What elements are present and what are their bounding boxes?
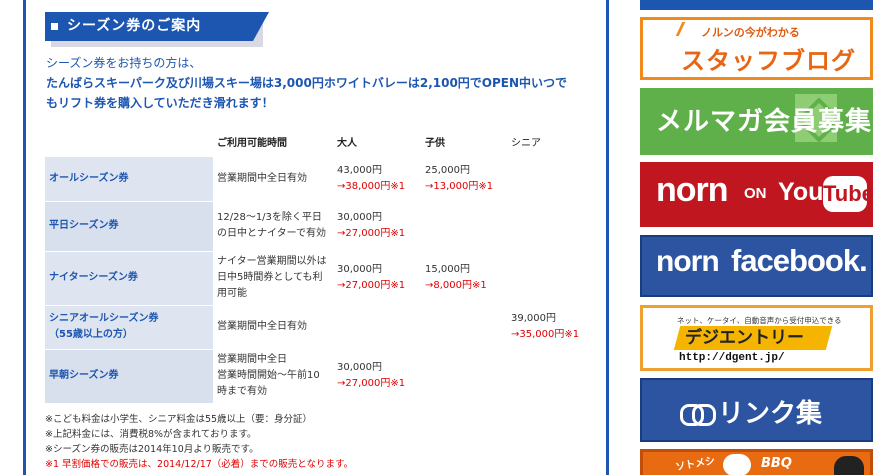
adult-early-price: →27,000円※1	[337, 378, 406, 389]
intro-line-1: シーズン券をお持ちの方は、	[46, 56, 202, 70]
row-hours: 営業期間中全日有効	[217, 321, 307, 332]
digi-entry-logo: デジエントリー	[673, 326, 833, 350]
header-hours: ご利用可能時間	[217, 138, 287, 149]
row-hours: 営業期間中全日有効	[217, 173, 307, 184]
staff-blog-title: スタッフブログ	[681, 47, 856, 75]
intro-line-2: たんばらスキーパーク及び川場スキー場は3,000円ホワイトバレーは2,100円で…	[46, 76, 568, 90]
note-item: ※上記料金には、消費税8%が含まれております。	[45, 429, 257, 440]
table-row: シニアオールシーズン券 （55歳以上の方） 営業期間中全日有効 39,000円 →3…	[45, 305, 593, 350]
row-adult: 30,000円 →27,000円※1	[333, 349, 421, 403]
row-adult: 43,000円 →38,000円※1	[333, 157, 421, 201]
digi-entry-subtitle: ネット、ケータイ、自動音声から受付申込できる	[677, 316, 842, 325]
table-row: オールシーズン券 営業期間中全日有効 43,000円 →38,000円※1 25,…	[45, 157, 593, 202]
note-item-early: ※1 早割価格での販売は、2014/12/17（必着）までの販売となります。	[45, 459, 354, 470]
adult-early-price: →27,000円※1	[337, 228, 406, 239]
intro-line-3: もリフト券を購入していただき滑れます！	[46, 96, 274, 110]
sidebar-top-banner[interactable]	[640, 0, 873, 10]
youtube-banner[interactable]: norn ON You Tube	[640, 162, 873, 227]
row-senior	[507, 349, 593, 403]
hours-line-2: 営業時間開始～午前10時まで有効	[217, 370, 320, 397]
digi-entry-logo-text: デジエントリー	[685, 328, 804, 348]
table-row: ナイターシーズン券 ナイター営業期間以外は日中5時間券としても利用可能 30,0…	[45, 251, 593, 306]
table-row: 早朝シーズン券 営業期間中全日営業時間開始～午前10時まで有効 30,000円 →…	[45, 349, 593, 404]
mail-magazine-banner[interactable]: メルマガ会員募集	[640, 88, 873, 155]
staff-blog-subtitle: ノルンの今がわかる	[701, 26, 800, 39]
bbq-title-text: BBQ	[761, 456, 792, 471]
facebook-banner[interactable]: norn facebook.	[640, 235, 873, 297]
digi-entry-banner[interactable]: ネット、ケータイ、自動音声から受付申込できる デジエントリー http://dg…	[640, 305, 873, 371]
header-name	[45, 129, 213, 157]
child-price: 15,000円	[425, 264, 470, 275]
section-heading: シーズン券のご案内	[45, 12, 269, 47]
row-adult	[333, 305, 421, 349]
youtube-on-text: ON	[744, 185, 767, 202]
header-child: 子供	[425, 138, 445, 149]
note-item: ※シーズン券の販売は2014年10月より販売です。	[45, 444, 259, 455]
row-name: 早朝シーズン券	[45, 349, 213, 404]
adult-price: 30,000円	[337, 362, 382, 373]
row-senior	[507, 157, 593, 201]
adult-early-price: →38,000円※1	[337, 181, 406, 192]
child-early-price: →13,000円※1	[425, 181, 494, 192]
row-hours: 営業期間中全日営業時間開始～午前10時まで有効	[213, 349, 333, 403]
row-child	[421, 201, 507, 251]
row-adult: 30,000円 →27,000円※1	[333, 201, 421, 251]
mail-magazine-text: メルマガ会員募集	[656, 107, 873, 137]
row-child	[421, 349, 507, 403]
main-content: シーズン券のご案内 シーズン券をお持ちの方は、 たんばらスキーパーク及び川場スキ…	[23, 0, 609, 475]
adult-price: 30,000円	[337, 264, 382, 275]
senior-price: 39,000円	[511, 313, 556, 324]
row-name: オールシーズン券	[45, 157, 213, 202]
heading-bar: シーズン券のご案内	[45, 12, 253, 41]
row-adult: 30,000円 →27,000円※1	[333, 251, 421, 305]
header-senior: シニア	[511, 138, 541, 149]
bbq-banner[interactable]: ソトメシ BBQ	[640, 449, 873, 475]
row-name: 平日シーズン券	[45, 201, 213, 252]
digi-entry-url: http://dgent.jp/	[679, 352, 785, 364]
row-name-main: シニアオールシーズン券	[49, 313, 159, 324]
bbq-sotomeshi-text: ソトメシ	[674, 455, 716, 474]
row-senior	[507, 251, 593, 305]
youtube-you-text: You	[778, 178, 824, 206]
adult-price: 30,000円	[337, 212, 382, 223]
header-adult: 大人	[337, 138, 357, 149]
row-senior	[507, 201, 593, 251]
row-hours: 12/28～1/3を除く平日の日中とナイターで有効	[217, 212, 326, 239]
heading-square-icon	[51, 23, 58, 30]
links-text: リンク集	[718, 399, 823, 429]
note-item: ※こども料金は小学生、シニア料金は55歳以上（要：身分証）	[45, 414, 313, 425]
adult-price: 43,000円	[337, 165, 382, 176]
child-early-price: →8,000円※1	[425, 280, 487, 291]
row-name: シニアオールシーズン券 （55歳以上の方）	[45, 305, 213, 350]
row-child: 15,000円 →8,000円※1	[421, 251, 507, 305]
table-row: 平日シーズン券 12/28～1/3を除く平日の日中とナイターで有効 30,000…	[45, 201, 593, 252]
row-hours: ナイター営業期間以外は日中5時間券としても利用可能	[217, 256, 327, 299]
row-child	[421, 305, 507, 349]
intro-text: シーズン券をお持ちの方は、 たんばらスキーパーク及び川場スキー場は3,000円ホ…	[46, 53, 606, 113]
slash-icon	[675, 22, 697, 36]
grill-icon	[834, 456, 864, 475]
table-header-row: ご利用可能時間 大人 子供 シニア	[45, 129, 593, 157]
youtube-tube-logo: Tube	[823, 176, 873, 212]
chain-link-icon	[680, 404, 716, 426]
norn-logo: norn	[656, 245, 720, 278]
norn-logo: norn	[656, 171, 729, 209]
links-banner[interactable]: リンク集	[640, 378, 873, 442]
season-pass-price-table: ご利用可能時間 大人 子供 シニア オールシーズン券 営業期間中全日有効 43,…	[45, 129, 593, 404]
row-senior: 39,000円 →35,000円※1	[507, 305, 593, 349]
row-name: ナイターシーズン券	[45, 251, 213, 306]
staff-blog-banner[interactable]: ノルンの今がわかる スタッフブログ	[640, 17, 873, 80]
heading-arrow	[253, 12, 269, 41]
row-child: 25,000円 →13,000円※1	[421, 157, 507, 201]
hours-line-1: 営業期間中全日	[217, 354, 287, 365]
row-name-sub: （55歳以上の方）	[49, 329, 133, 340]
heading-text: シーズン券のご案内	[67, 18, 202, 34]
notes: ※こども料金は小学生、シニア料金は55歳以上（要：身分証） ※上記料金には、消費…	[45, 412, 353, 472]
adult-early-price: →27,000円※1	[337, 280, 406, 291]
senior-early-price: →35,000円※1	[511, 329, 580, 340]
facebook-logo-text: facebook.	[731, 243, 868, 278]
child-price: 25,000円	[425, 165, 470, 176]
bbq-badge	[723, 454, 751, 475]
